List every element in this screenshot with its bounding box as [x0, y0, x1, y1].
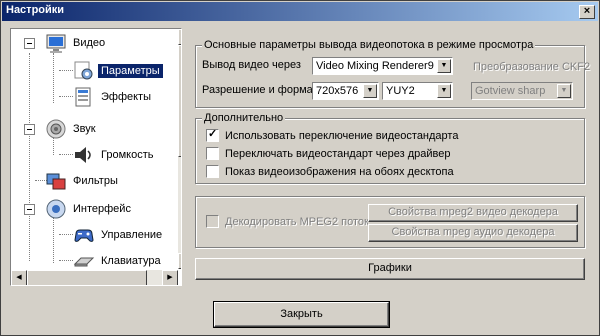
checkbox-icon[interactable]: [206, 147, 219, 160]
arrow-left-icon: ◀: [16, 274, 22, 281]
decoder-group: Декодировать MPEG2 поток Свойства mpeg2 …: [195, 196, 585, 248]
tree-item-effects[interactable]: Эффекты: [73, 87, 154, 107]
tree-item-interface[interactable]: Интерфейс: [45, 199, 134, 219]
decode-mpeg2-checkbox[interactable]: Декодировать MPEG2 поток: [206, 215, 369, 228]
close-button[interactable]: Закрыть: [213, 301, 390, 328]
tree-item-label: Звук: [73, 123, 96, 135]
settings-tree: Видео Параметры Эффекты Звук Громкость Ф…: [10, 28, 182, 286]
settings-gear-icon: [74, 61, 93, 80]
dropdown-arrow-icon[interactable]: ▼: [437, 59, 451, 73]
format-select[interactable]: YUY2 ▼: [382, 82, 453, 100]
tree-collapse-interface[interactable]: [24, 204, 35, 215]
window-title: Настройки: [6, 4, 65, 16]
ckf2-label: Преобразование CKF2: [473, 61, 591, 73]
horizontal-scroll-thumb[interactable]: [27, 270, 147, 285]
scroll-left-button[interactable]: ◀: [11, 270, 27, 285]
dropdown-arrow-icon[interactable]: ▼: [437, 84, 451, 98]
close-window-button[interactable]: ×: [579, 5, 595, 19]
tree-item-parameters[interactable]: Параметры: [73, 61, 163, 81]
tree-vertical-scrollbar[interactable]: ▲ ▼: [178, 29, 181, 269]
tree-item-filters[interactable]: Фильтры: [45, 171, 121, 191]
tree-item-label: Фильтры: [73, 175, 118, 187]
switch-via-driver-checkbox[interactable]: Переключать видеостандарт через драйвер: [206, 147, 451, 160]
tree-collapse-sound[interactable]: [24, 124, 35, 135]
keyboard-icon: [73, 257, 95, 267]
video-output-label: Вывод видео через: [202, 59, 301, 71]
scroll-right-button[interactable]: ▶: [162, 270, 178, 285]
monitor-icon: [46, 34, 66, 53]
extra-options-group: Дополнительно Использовать переключение …: [195, 112, 585, 184]
mpeg-audio-decoder-button[interactable]: Свойства mpeg аудио декодера: [368, 224, 578, 242]
scroll-up-button[interactable]: ▲: [178, 29, 181, 45]
video-output-value: Video Mixing Renderer9: [316, 60, 434, 72]
resolution-label: Разрешение и формат: [202, 84, 318, 96]
ckf2-select[interactable]: Gotview sharp ▼: [471, 82, 573, 100]
video-output-select[interactable]: Video Mixing Renderer9 ▼: [312, 57, 453, 75]
arrow-right-icon: ▶: [167, 274, 173, 281]
graphics-button[interactable]: Графики: [195, 258, 585, 280]
tree-horizontal-scrollbar[interactable]: ◀ ▶: [11, 270, 178, 285]
title-bar[interactable]: Настройки ×: [2, 2, 598, 21]
checkbox-checked-icon[interactable]: [206, 127, 219, 142]
tree-item-sound[interactable]: Звук: [45, 119, 99, 139]
settings-window: Настройки × Видео Параметры Эффекты Звук…: [0, 0, 600, 336]
tree-item-control[interactable]: Управление: [73, 225, 165, 245]
main-parameters-group: Основные параметры вывода видеопотока в …: [195, 39, 590, 108]
effects-icon: [75, 87, 91, 107]
tree-item-label: Громкость: [101, 149, 154, 161]
tree-item-video[interactable]: Видео: [45, 33, 108, 53]
tree-item-label: Управление: [101, 229, 163, 241]
tree-item-label: Видео: [73, 37, 106, 49]
speaker-icon: [46, 119, 66, 139]
tree-item-label: Параметры: [98, 64, 163, 78]
filters-icon: [46, 173, 66, 190]
tree-item-volume[interactable]: Громкость: [73, 145, 156, 165]
format-value: YUY2: [386, 85, 415, 97]
dropdown-arrow-icon[interactable]: ▼: [363, 84, 377, 98]
checkbox-icon[interactable]: [206, 165, 219, 178]
tree-item-label: Клавиатура: [101, 255, 161, 267]
gamepad-icon: [74, 229, 94, 242]
close-icon: ×: [583, 5, 591, 17]
scroll-down-button[interactable]: ▼: [178, 253, 181, 269]
ckf2-value: Gotview sharp: [475, 85, 546, 97]
tree-item-keyboard[interactable]: Клавиатура: [73, 251, 164, 271]
interface-icon: [46, 199, 66, 219]
checkbox-icon[interactable]: [206, 215, 219, 228]
vertical-scroll-thumb[interactable]: [178, 45, 181, 157]
tree-item-label: Эффекты: [101, 91, 152, 103]
dropdown-arrow-icon[interactable]: ▼: [557, 84, 571, 98]
main-parameters-title: Основные параметры вывода видеопотока в …: [202, 39, 536, 51]
mpeg2-video-decoder-button[interactable]: Свойства mpeg2 видео декодера: [368, 204, 578, 222]
extra-options-title: Дополнительно: [202, 112, 286, 124]
volume-horn-icon: [75, 147, 91, 163]
desktop-wallpaper-checkbox[interactable]: Показ видеоизображения на обоях десктопа: [206, 165, 454, 178]
tree-collapse-video[interactable]: [24, 38, 35, 49]
use-standard-switch-checkbox[interactable]: Использовать переключение видеостандарта: [206, 127, 458, 142]
tree-item-label: Интерфейс: [73, 203, 131, 215]
resolution-value: 720x576: [316, 85, 359, 97]
resolution-select[interactable]: 720x576 ▼: [312, 82, 379, 100]
